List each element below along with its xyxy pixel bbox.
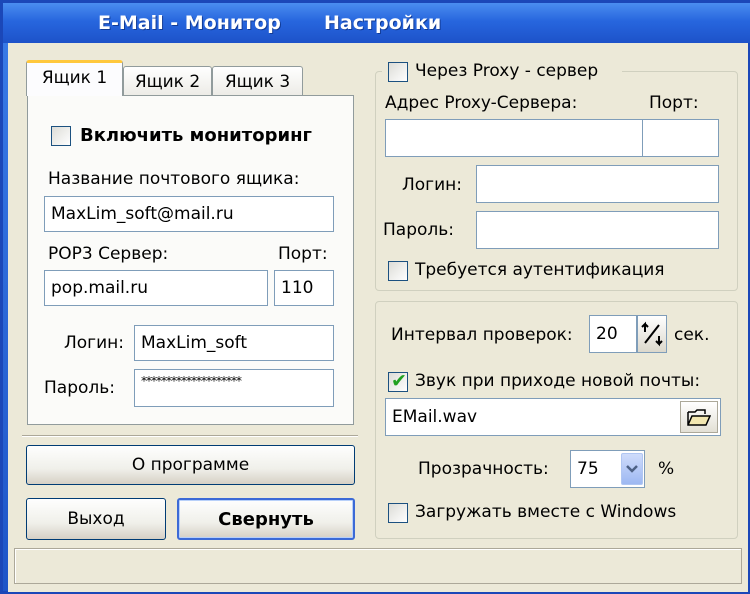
spin-arrows-icon[interactable] [637, 315, 667, 353]
proxy-password-field[interactable] [476, 211, 719, 249]
autostart-checkbox[interactable] [388, 503, 408, 523]
tab-mailbox-2[interactable]: Ящик 2 [123, 66, 212, 96]
proxy-address-label: Адрес Proxy-Сервера: [385, 93, 578, 113]
enable-monitoring-label: Включить мониторинг [80, 125, 312, 146]
about-button[interactable]: О программе [26, 445, 355, 485]
client-area: Ящик 1 Ящик 2 Ящик 3 Включить мониторинг… [8, 43, 748, 592]
autostart-label: Загружать вместе с Windows [415, 502, 677, 522]
enable-monitoring-checkbox[interactable] [51, 126, 71, 146]
proxy-auth-checkbox[interactable] [388, 261, 408, 281]
proxy-password-label: Пароль: [383, 220, 455, 240]
interval-label: Интервал проверок: [391, 325, 573, 345]
mailbox-tab-panel: Включить мониторинг Название почтового я… [27, 95, 354, 425]
use-proxy-label: Через Proxy - сервер [415, 61, 599, 81]
minimize-button[interactable]: Свернуть [177, 498, 355, 540]
chevron-down-icon[interactable] [621, 453, 643, 485]
status-bar [14, 548, 742, 584]
opacity-label: Прозрачность: [418, 459, 549, 479]
check-icon: ✔ [391, 370, 407, 392]
open-folder-icon[interactable] [680, 401, 718, 433]
interval-unit-label: сек. [674, 325, 710, 345]
pop3-server-label: POP3 Сервер: [48, 244, 169, 264]
login-label: Логин: [64, 333, 125, 353]
proxy-port-field[interactable] [642, 119, 719, 157]
mailbox-name-field[interactable]: MaxLim_soft@mail.ru [44, 196, 334, 232]
menu-settings[interactable]: Настройки [324, 12, 441, 34]
proxy-port-label: Порт: [649, 93, 699, 113]
password-field[interactable]: ******************** [134, 369, 334, 407]
sound-checkbox[interactable]: ✔ [388, 370, 408, 392]
use-proxy-checkbox[interactable] [388, 62, 408, 82]
mailbox-name-label: Название почтового ящика: [48, 169, 300, 189]
tab-mailbox-1[interactable]: Ящик 1 [26, 60, 123, 96]
opacity-unit-label: % [658, 459, 675, 479]
pop3-server-field[interactable]: pop.mail.ru [44, 270, 268, 306]
login-field[interactable]: MaxLim_soft [134, 325, 334, 361]
exit-button[interactable]: Выход [26, 498, 166, 540]
title-bar[interactable]: E-Mail - Монитор Настройки [3, 3, 750, 43]
password-label: Пароль: [44, 378, 116, 398]
proxy-address-field[interactable] [385, 119, 643, 157]
app-window: E-Mail - Монитор Настройки Ящик 1 Ящик 2… [0, 0, 750, 594]
proxy-login-field[interactable] [476, 165, 719, 203]
sound-file-field[interactable]: EMail.wav [385, 398, 721, 436]
pop3-port-label: Порт: [278, 244, 328, 264]
pop3-port-field[interactable]: 110 [274, 270, 334, 306]
left-separator [22, 435, 358, 437]
tab-mailbox-3[interactable]: Ящик 3 [212, 66, 303, 96]
interval-field[interactable]: 20 [589, 315, 637, 353]
proxy-auth-label: Требуется аутентификация [415, 260, 665, 280]
proxy-login-label: Логин: [402, 175, 463, 195]
sound-label: Звук при приходе новой почты: [415, 371, 701, 391]
window-title: E-Mail - Монитор [98, 12, 281, 34]
